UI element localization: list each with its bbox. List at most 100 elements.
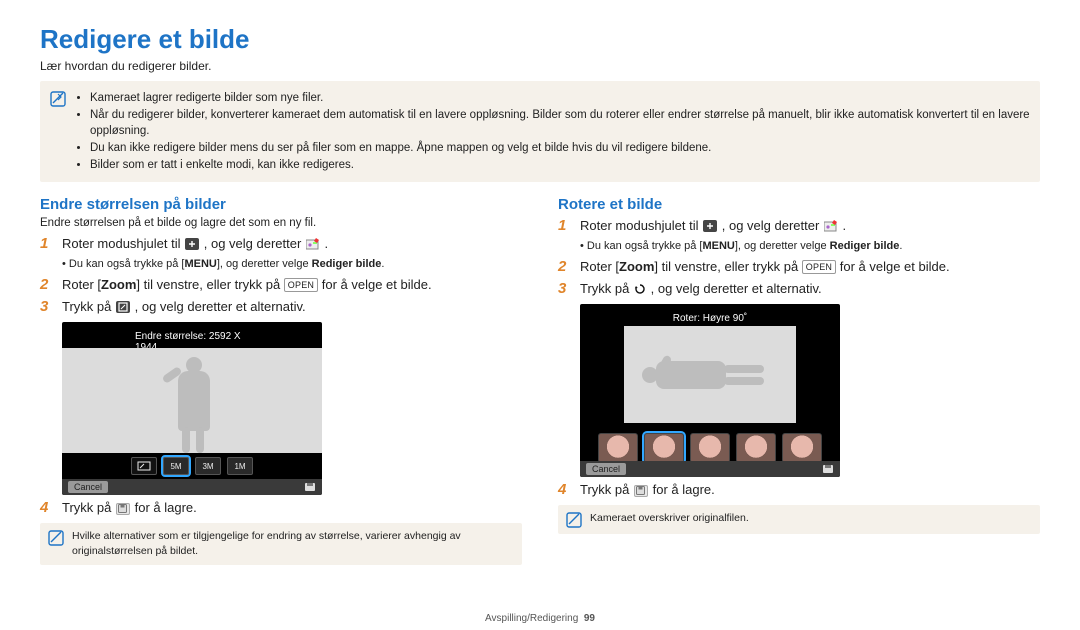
- step-text: Roter [Zoom] til venstre, eller trykk på…: [580, 258, 1040, 276]
- footer-page-number: 99: [584, 613, 595, 624]
- person-silhouette-rotated: [640, 355, 780, 395]
- size-option[interactable]: 5M: [163, 457, 189, 475]
- top-note-item: Bilder som er tatt i enkelte modi, kan i…: [90, 157, 1030, 173]
- step-item: 1 Roter modushjulet til , og velg derett…: [558, 217, 1040, 235]
- open-keycap: OPEN: [284, 278, 318, 292]
- size-option[interactable]: 3M: [195, 457, 221, 475]
- step-text: Trykk på for å lagre.: [580, 481, 1040, 499]
- zoom-label: Zoom: [101, 277, 136, 292]
- menu-key-label: MENU: [184, 258, 216, 270]
- rotate-option[interactable]: [690, 433, 730, 463]
- step-text: Trykk på for å lagre.: [62, 499, 522, 517]
- save-icon: [634, 485, 648, 497]
- text: , og velg deretter et alternativ.: [651, 281, 822, 296]
- rotate-option[interactable]: [644, 433, 684, 463]
- step-item: 4 Trykk på for å lagre.: [558, 481, 1040, 499]
- step-text: Roter modushjulet til , og velg deretter…: [580, 217, 1040, 235]
- text: .: [381, 258, 384, 270]
- save-icon[interactable]: [304, 482, 316, 492]
- text: ], og deretter velge: [217, 258, 312, 270]
- screen-label: Roter: Høyre 90˚: [665, 310, 755, 327]
- top-note-item: Når du redigerer bilder, konverterer kam…: [90, 107, 1030, 139]
- text: ], og deretter velge: [735, 240, 830, 252]
- step-subnote: Du kan også trykke på [MENU], og derette…: [580, 239, 1040, 254]
- two-column-layout: Endre størrelsen på bilder Endre størrel…: [40, 196, 1040, 564]
- text: ] til venstre, eller trykk på: [136, 277, 283, 292]
- text: Roter modushjulet til: [580, 218, 702, 233]
- person-silhouette: [152, 353, 232, 453]
- edit-picture-icon: [306, 238, 320, 250]
- rotate-options-row: [580, 435, 840, 461]
- text: , og velg deretter et alternativ.: [135, 299, 306, 314]
- save-icon[interactable]: [822, 464, 834, 474]
- bottom-note-right: Kameraet overskriver originalfilen.: [558, 505, 1040, 534]
- page-subtitle: Lær hvordan du redigerer bilder.: [40, 59, 1040, 73]
- note-icon: [566, 512, 582, 528]
- step-subnote: Du kan også trykke på [MENU], og derette…: [62, 257, 522, 272]
- top-note-item: Du kan ikke redigere bilder mens du ser …: [90, 140, 1030, 156]
- step-item: 2 Roter [Zoom] til venstre, eller trykk …: [40, 276, 522, 294]
- edit-picture-icon: [824, 220, 838, 232]
- step-number: 3: [40, 298, 54, 316]
- text-bold: Rediger bilde: [830, 240, 900, 252]
- rotate-option[interactable]: [782, 433, 822, 463]
- step-text: Trykk på , og velg deretter et alternati…: [580, 280, 1040, 298]
- size-option[interactable]: 1M: [227, 457, 253, 475]
- text: .: [843, 218, 847, 233]
- text: Roter [: [580, 259, 619, 274]
- open-keycap: OPEN: [802, 260, 836, 274]
- manual-page: Redigere et bilde Lær hvordan du rediger…: [0, 0, 1080, 575]
- note-text: Hvilke alternativer som er tilgjengelige…: [72, 529, 514, 558]
- rotate-icon: [634, 283, 646, 295]
- steps-list-rotate: 4 Trykk på for å lagre.: [558, 481, 1040, 499]
- text: for å velge et bilde.: [836, 259, 949, 274]
- screen-footer: Cancel: [62, 479, 322, 495]
- steps-list-rotate: 1 Roter modushjulet til , og velg derett…: [558, 217, 1040, 235]
- step-number: 2: [558, 258, 572, 276]
- step-number: 4: [558, 481, 572, 499]
- step-item: 1 Roter modushjulet til , og velg derett…: [40, 235, 522, 253]
- step-number: 4: [40, 499, 54, 517]
- step-number: 3: [558, 280, 572, 298]
- note-icon: [48, 530, 64, 546]
- screen-viewport: [624, 326, 796, 423]
- zoom-label: Zoom: [619, 259, 654, 274]
- step-item: 2 Roter [Zoom] til venstre, eller trykk …: [558, 258, 1040, 276]
- camera-screen-rotate: Roter: Høyre 90˚ Cancel: [580, 304, 840, 477]
- top-note-list: Kameraet lagrer redigerte bilder som nye…: [76, 89, 1030, 174]
- step-text: Trykk på , og velg deretter et alternati…: [62, 298, 522, 316]
- step-number: 2: [40, 276, 54, 294]
- resize-icon: [116, 301, 130, 313]
- steps-list-resize: 4 Trykk på for å lagre.: [40, 499, 522, 517]
- step-item: 4 Trykk på for å lagre.: [40, 499, 522, 517]
- section-heading-resize: Endre størrelsen på bilder: [40, 196, 522, 213]
- menu-key-label: MENU: [702, 240, 734, 252]
- rotate-option[interactable]: [598, 433, 638, 463]
- step-item: 3 Trykk på , og velg deretter et alterna…: [40, 298, 522, 316]
- text: Du kan også trykke på [: [69, 258, 185, 270]
- column-resize: Endre størrelsen på bilder Endre størrel…: [40, 196, 522, 564]
- text: .: [325, 236, 329, 251]
- size-option[interactable]: [131, 457, 157, 475]
- text: Trykk på: [580, 482, 633, 497]
- steps-list-resize: 1 Roter modushjulet til , og velg derett…: [40, 235, 522, 253]
- top-note-item: Kameraet lagrer redigerte bilder som nye…: [90, 90, 1030, 106]
- mode-dial-plus-icon: [703, 220, 717, 232]
- section-lead: Endre størrelsen på et bilde og lagre de…: [40, 217, 522, 229]
- text: .: [899, 240, 902, 252]
- section-heading-rotate: Rotere et bilde: [558, 196, 1040, 213]
- top-note-box: Kameraet lagrer redigerte bilder som nye…: [40, 81, 1040, 182]
- cancel-button[interactable]: Cancel: [68, 481, 108, 493]
- screen-viewport: [62, 348, 322, 453]
- rotate-option[interactable]: [736, 433, 776, 463]
- note-icon: [50, 91, 66, 107]
- resize-options-row: 5M 3M 1M: [62, 453, 322, 479]
- text: , og velg deretter: [204, 236, 305, 251]
- text: Roter [: [62, 277, 101, 292]
- bottom-note-left: Hvilke alternativer som er tilgjengelige…: [40, 523, 522, 564]
- page-title: Redigere et bilde: [40, 24, 1040, 55]
- cancel-button[interactable]: Cancel: [586, 463, 626, 475]
- text: Trykk på: [62, 500, 115, 515]
- step-number: 1: [558, 217, 572, 235]
- text-bold: Rediger bilde: [312, 258, 382, 270]
